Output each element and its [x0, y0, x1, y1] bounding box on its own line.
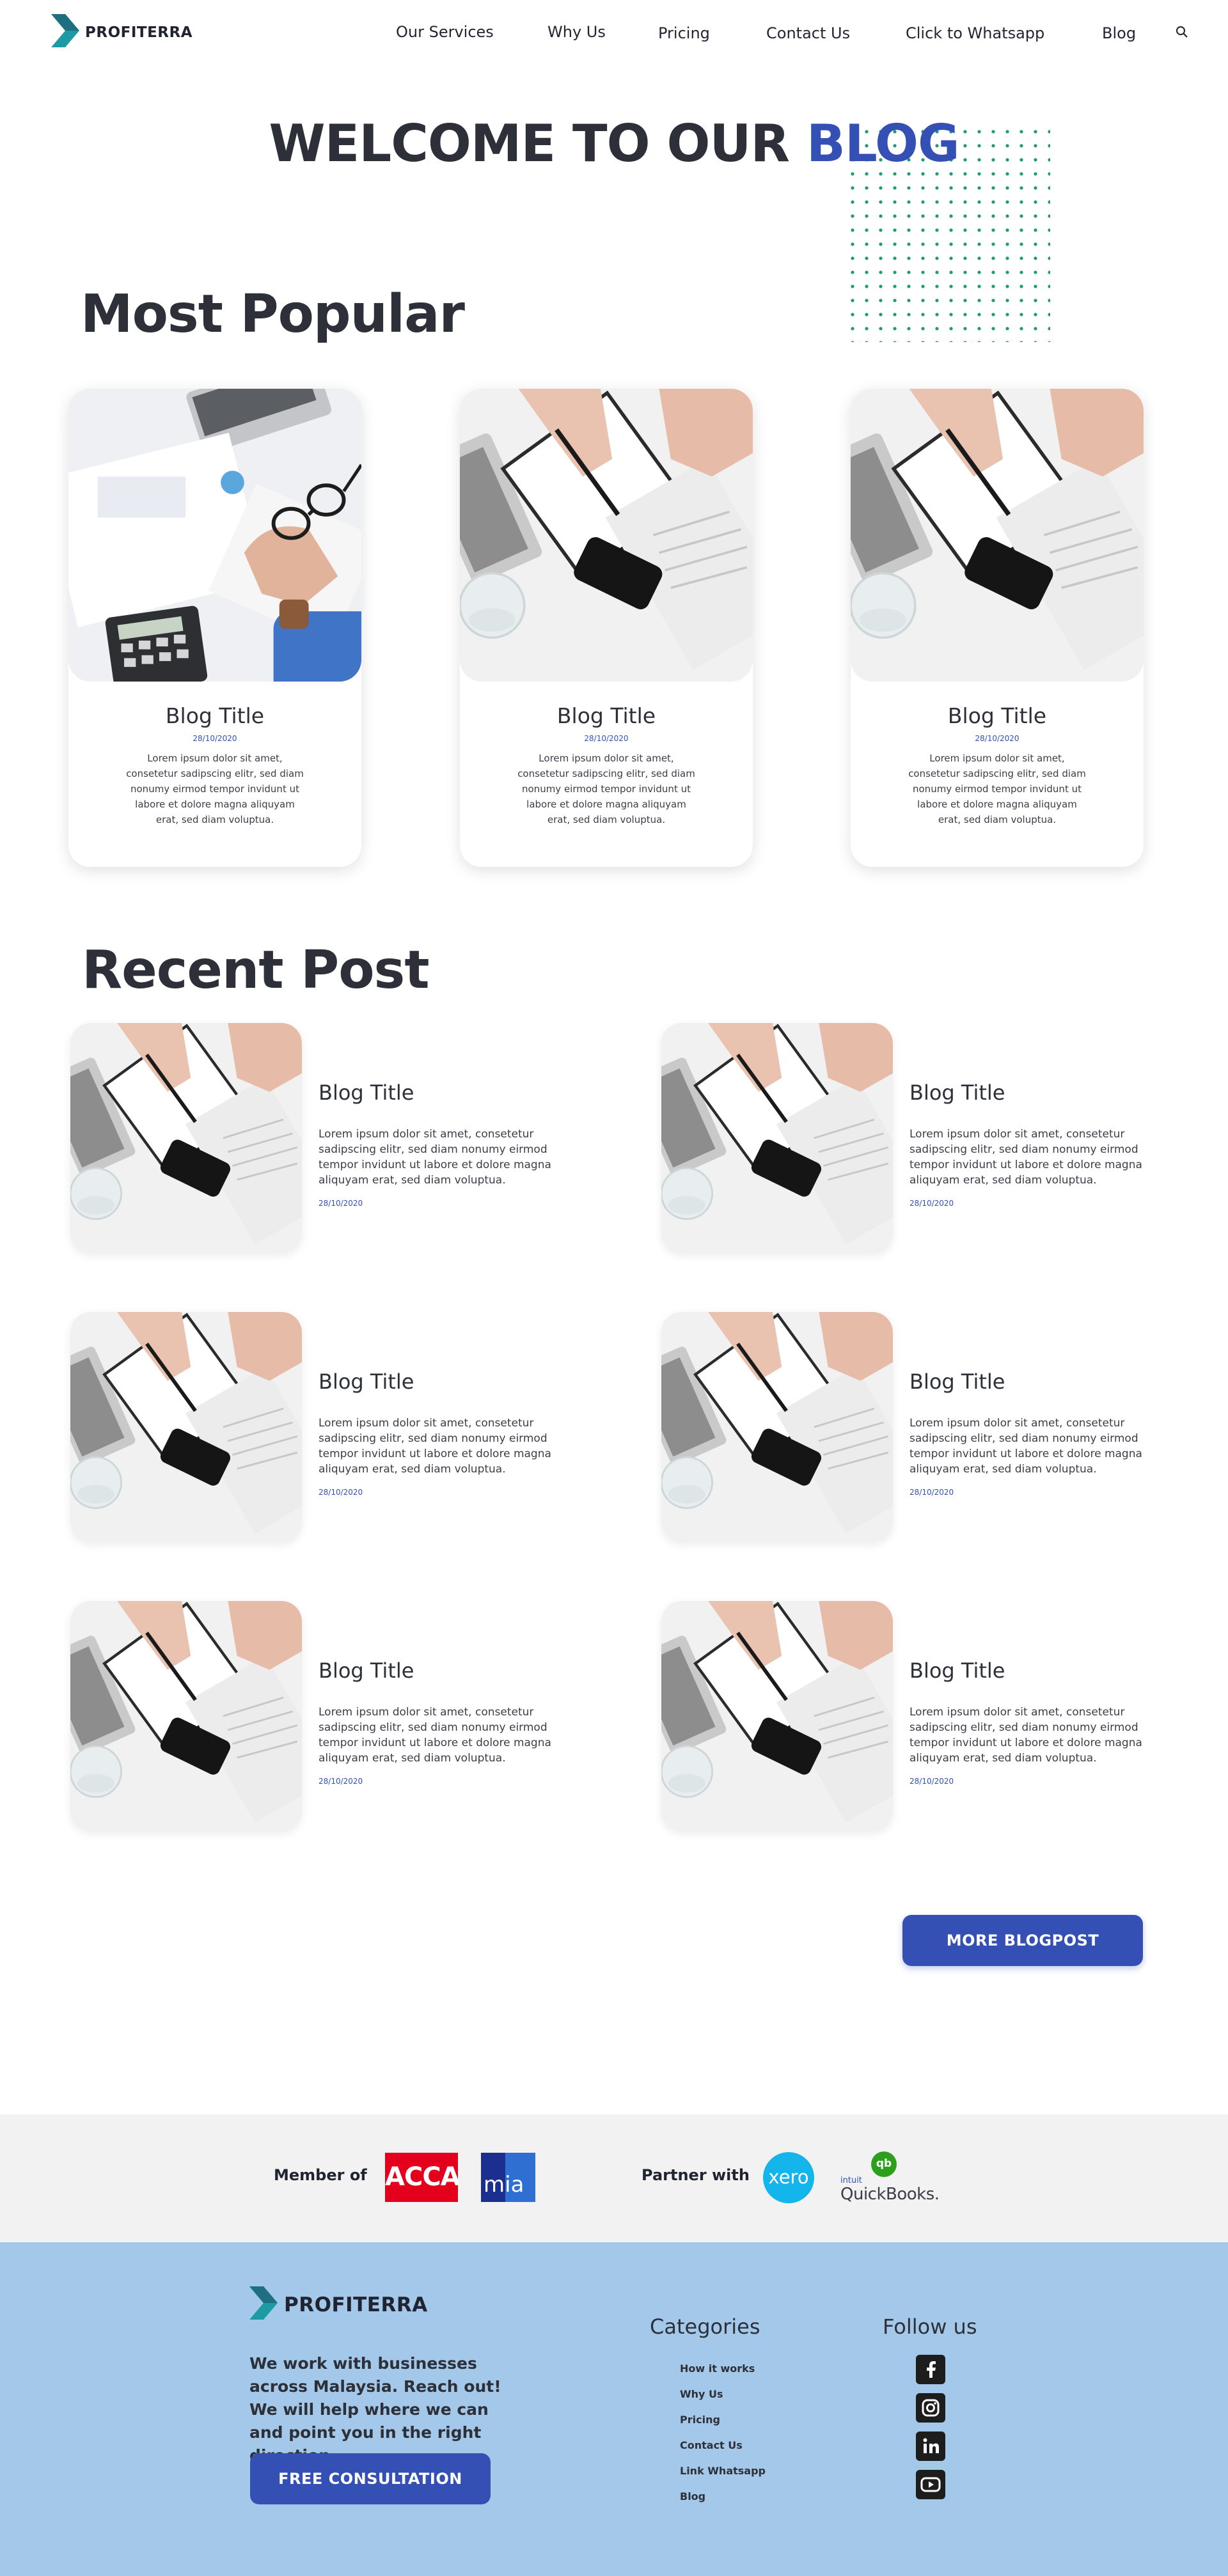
- nav-pricing[interactable]: Pricing: [658, 24, 710, 42]
- profiterra-logo-icon[interactable]: [249, 2286, 278, 2320]
- blog-thumbnail[interactable]: [661, 1023, 893, 1253]
- recent-post-date: 28/10/2020: [319, 1777, 363, 1786]
- popular-card-excerpt: Lorem ipsum dolor sit amet, consetetur s…: [126, 753, 304, 825]
- recent-post-date: 28/10/2020: [319, 1488, 363, 1497]
- site-footer: PROFITERRA We work with businesses acros…: [0, 2242, 1228, 2576]
- recent-post-date: 28/10/2020: [909, 1199, 954, 1208]
- mia-logo[interactable]: mia: [481, 2153, 535, 2202]
- search-icon[interactable]: [1176, 26, 1188, 38]
- quickbooks-badge: qb: [871, 2151, 897, 2177]
- recent-post-excerpt: Lorem ipsum dolor sit amet, consetetur s…: [909, 1417, 1142, 1476]
- footer-link-blog[interactable]: Blog: [680, 2490, 705, 2502]
- popular-card-excerpt: Lorem ipsum dolor sit amet, consetetur s…: [517, 753, 695, 825]
- blog-thumbnail[interactable]: [851, 389, 1144, 682]
- nav-why-us[interactable]: Why Us: [547, 23, 606, 41]
- linkedin-icon[interactable]: [916, 2432, 945, 2461]
- blog-thumbnail[interactable]: [70, 1312, 302, 1542]
- recent-post-date: 28/10/2020: [909, 1777, 954, 1786]
- recent-post-title[interactable]: Blog Title: [909, 1081, 1005, 1105]
- nav-contact-us[interactable]: Contact Us: [766, 24, 850, 42]
- quickbooks-name: QuickBooks.: [840, 2185, 940, 2204]
- blog-thumbnail[interactable]: [460, 389, 753, 682]
- popular-card-title[interactable]: Blog Title: [460, 703, 753, 728]
- popular-card-date: 28/10/2020: [584, 734, 629, 743]
- recent-post-date: 28/10/2020: [909, 1488, 954, 1497]
- acca-logo[interactable]: ACCA: [385, 2153, 460, 2202]
- most-popular-heading: Most Popular: [81, 284, 465, 345]
- recent-post-title[interactable]: Blog Title: [319, 1659, 414, 1683]
- quickbooks-logo[interactable]: qb intuit QuickBooks.: [839, 2151, 940, 2205]
- popular-card-date: 28/10/2020: [193, 734, 237, 743]
- footer-link-whatsapp[interactable]: Link Whatsapp: [680, 2465, 766, 2477]
- popular-card-title[interactable]: Blog Title: [68, 703, 361, 728]
- blog-thumbnail[interactable]: [661, 1312, 893, 1542]
- members-partners-band: Member of ACCA mia Partner with xero qb …: [0, 2114, 1228, 2242]
- popular-card[interactable]: Blog Title 28/10/2020 Lorem ipsum dolor …: [851, 389, 1144, 867]
- recent-post-excerpt: Lorem ipsum dolor sit amet, consetetur s…: [909, 1706, 1142, 1765]
- follow-us-heading: Follow us: [883, 2314, 977, 2339]
- footer-link-contact-us[interactable]: Contact Us: [680, 2439, 743, 2451]
- page-title: WELCOME TO OUR BLOG: [0, 114, 1228, 173]
- profiterra-logo-icon[interactable]: [51, 14, 79, 47]
- footer-link-how-it-works[interactable]: How it works: [680, 2362, 755, 2375]
- recent-post-title[interactable]: Blog Title: [909, 1370, 1005, 1394]
- brand-name[interactable]: PROFITERRA: [85, 24, 193, 41]
- xero-logo[interactable]: xero: [763, 2152, 814, 2203]
- page-title-accent: BLOG: [806, 114, 960, 173]
- recent-post-title[interactable]: Blog Title: [909, 1659, 1005, 1683]
- recent-post-excerpt: Lorem ipsum dolor sit amet, consetetur s…: [319, 1417, 551, 1476]
- recent-post-excerpt: Lorem ipsum dolor sit amet, consetetur s…: [319, 1128, 551, 1187]
- footer-link-why-us[interactable]: Why Us: [680, 2388, 723, 2400]
- mia-logo-text: mia: [484, 2172, 524, 2197]
- popular-card-date: 28/10/2020: [975, 734, 1019, 743]
- recent-post-heading: Recent Post: [82, 940, 430, 1001]
- categories-heading: Categories: [650, 2314, 760, 2339]
- recent-post-title[interactable]: Blog Title: [319, 1370, 414, 1394]
- facebook-icon[interactable]: [916, 2355, 945, 2384]
- blog-thumbnail[interactable]: [70, 1601, 302, 1831]
- nav-blog[interactable]: Blog: [1102, 24, 1136, 42]
- popular-card[interactable]: Blog Title 28/10/2020 Lorem ipsum dolor …: [460, 389, 753, 867]
- recent-post-title[interactable]: Blog Title: [319, 1081, 414, 1105]
- free-consultation-button[interactable]: FREE CONSULTATION: [250, 2453, 491, 2504]
- recent-post-excerpt: Lorem ipsum dolor sit amet, consetetur s…: [909, 1128, 1142, 1187]
- blog-thumbnail[interactable]: [70, 1023, 302, 1253]
- member-of-label: Member of: [274, 2166, 367, 2184]
- recent-post-date: 28/10/2020: [319, 1199, 363, 1208]
- instagram-icon[interactable]: [916, 2393, 945, 2423]
- footer-tagline: We work with businesses across Malaysia.…: [249, 2354, 501, 2465]
- recent-post-excerpt: Lorem ipsum dolor sit amet, consetetur s…: [319, 1706, 551, 1765]
- footer-brand-name[interactable]: PROFITERRA: [284, 2293, 428, 2316]
- nav-our-services[interactable]: Our Services: [396, 23, 494, 41]
- blog-thumbnail[interactable]: [68, 389, 361, 682]
- popular-card-excerpt: Lorem ipsum dolor sit amet, consetetur s…: [908, 753, 1086, 825]
- youtube-icon[interactable]: [916, 2470, 945, 2499]
- blog-thumbnail[interactable]: [661, 1601, 893, 1831]
- page-title-main: WELCOME TO OUR: [269, 114, 790, 173]
- more-blogpost-button[interactable]: MORE BLOGPOST: [902, 1915, 1143, 1966]
- popular-card[interactable]: Blog Title 28/10/2020 Lorem ipsum dolor …: [68, 389, 361, 867]
- nav-click-to-whatsapp[interactable]: Click to Whatsapp: [906, 24, 1044, 42]
- quickbooks-prefix: intuit: [840, 2176, 862, 2185]
- partner-with-label: Partner with: [642, 2166, 750, 2184]
- footer-link-pricing[interactable]: Pricing: [680, 2414, 720, 2426]
- popular-card-title[interactable]: Blog Title: [851, 703, 1144, 728]
